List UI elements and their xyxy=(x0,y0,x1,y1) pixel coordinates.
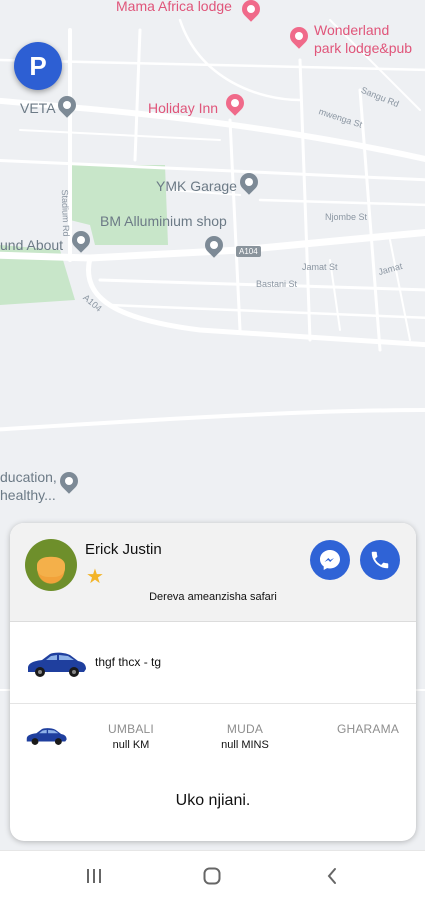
recent-apps-button[interactable] xyxy=(82,864,106,888)
vehicle-section: thgf thcx - tg xyxy=(10,622,416,704)
ride-status: Uko njiani. xyxy=(175,792,251,809)
street-label: Njombe St xyxy=(325,212,368,222)
street-label: Jamat St xyxy=(302,262,338,272)
poi-ymk-garage[interactable]: YMK Garage xyxy=(156,178,237,194)
system-nav-bar xyxy=(0,850,425,900)
home-icon xyxy=(203,867,221,885)
trip-card: Erick Justin ★ Dereva ameanzisha safari … xyxy=(10,523,416,841)
poi-education-line1[interactable]: ducation, xyxy=(0,469,57,485)
poi-bm-alluminium[interactable]: BM Alluminium shop xyxy=(100,213,227,229)
poi-mama-africa[interactable]: Mama Africa lodge xyxy=(116,0,232,14)
time-label: MUDA xyxy=(226,722,264,736)
parking-button[interactable]: P xyxy=(14,42,62,90)
street-label: Bastani St xyxy=(256,279,298,289)
poi-education-line2[interactable]: healthy... xyxy=(0,487,56,503)
poi-und-about[interactable]: und About xyxy=(0,237,63,253)
poi-wonderland-line1[interactable]: Wonderland xyxy=(314,22,389,38)
star-icon: ★ xyxy=(86,566,104,588)
messenger-icon xyxy=(320,550,340,570)
poi-holiday-inn[interactable]: Holiday Inn xyxy=(148,100,218,116)
driver-section: Erick Justin ★ Dereva ameanzisha safari xyxy=(10,523,416,622)
car-icon xyxy=(26,728,67,745)
recent-apps-icon xyxy=(87,869,101,883)
messenger-button[interactable] xyxy=(310,540,350,580)
trip-stats: UMBALI null KM MUDA null MINS GHARAMA xyxy=(10,704,416,764)
home-button[interactable] xyxy=(200,864,224,888)
avatar[interactable] xyxy=(25,539,77,591)
car-icon xyxy=(28,652,86,677)
vehicle-plate: thgf thcx - tg xyxy=(95,655,162,669)
driver-status: Dereva ameanzisha safari xyxy=(149,591,277,603)
back-icon xyxy=(327,868,336,884)
poi-wonderland-line2[interactable]: park lodge&pub xyxy=(314,40,412,56)
back-button[interactable] xyxy=(320,864,344,888)
distance-value: null KM xyxy=(112,739,150,751)
street-label: Stadium Rd xyxy=(59,189,72,237)
distance-label: UMBALI xyxy=(108,722,154,736)
time-value: null MINS xyxy=(221,739,269,751)
driver-name: Erick Justin xyxy=(85,541,162,558)
phone-icon xyxy=(371,551,389,569)
fare-label: GHARAMA xyxy=(336,722,400,736)
road-shield: A104 xyxy=(236,246,261,257)
poi-veta[interactable]: VETA xyxy=(20,100,56,116)
call-button[interactable] xyxy=(360,540,400,580)
